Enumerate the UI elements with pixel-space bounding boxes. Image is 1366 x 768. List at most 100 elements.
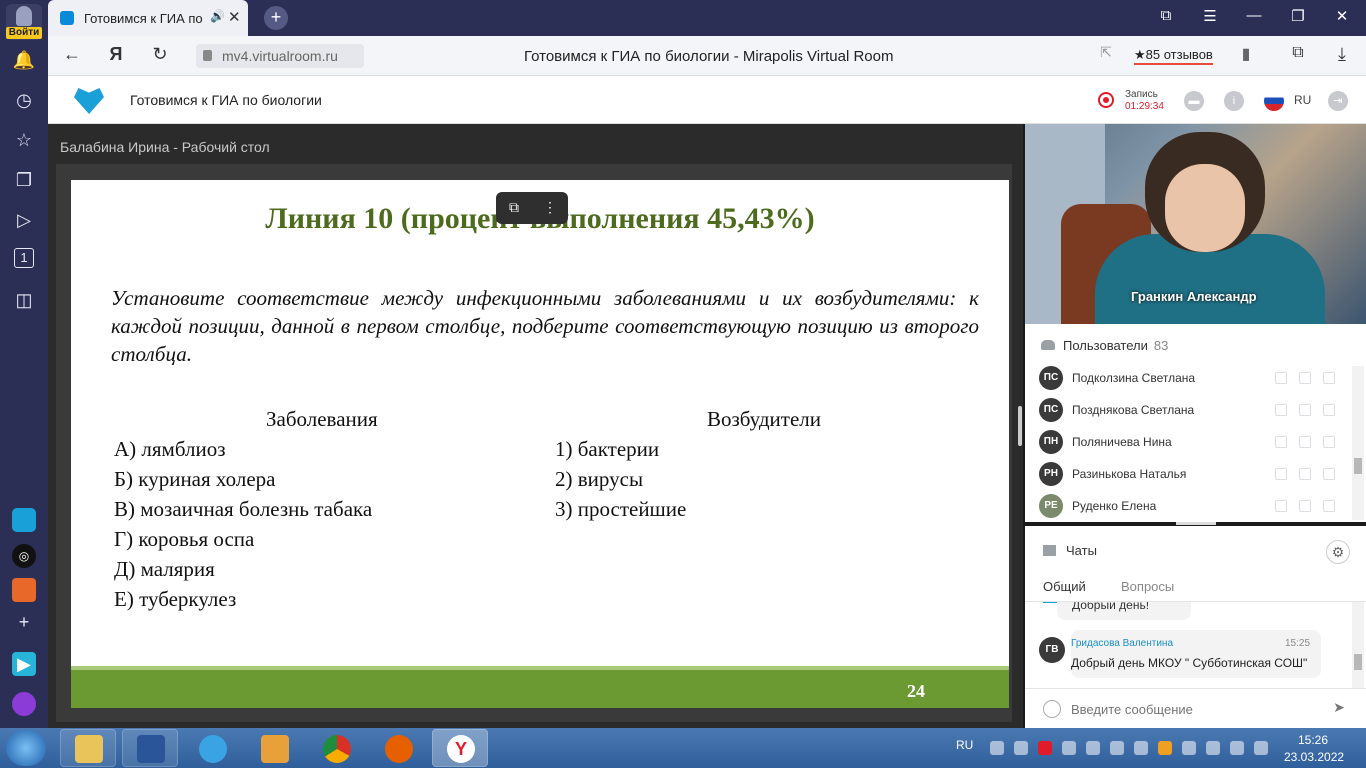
star-icon[interactable]: ☆ [12,128,36,152]
taskbar-yandex[interactable]: Y [432,729,488,767]
video-app-icon[interactable]: ▶ [12,652,36,676]
assistant-icon[interactable] [12,692,36,716]
back-icon[interactable]: ← [60,44,84,65]
tab-general[interactable]: Общий [1043,579,1086,603]
tab-active[interactable]: Готовимся к ГИА по 🔊 ✕ [48,0,248,36]
network-icon[interactable] [1254,741,1268,755]
alice-icon[interactable] [12,508,36,532]
gear-icon[interactable]: ⚙ [1326,540,1350,564]
bookmarks-window-icon[interactable]: ⧉ [1154,7,1178,24]
user-row[interactable]: ПС Подколзина Светлана [1039,364,1349,392]
camera-icon[interactable]: ◫ [12,288,36,312]
camera-off-icon[interactable] [1299,404,1311,416]
bell-icon[interactable]: 🔔 [12,48,36,72]
user-row[interactable]: ПН Поляничева Нина [1039,428,1349,456]
tray-icon[interactable] [990,741,1004,755]
reviews-link[interactable]: ★85 отзывов [1134,47,1213,65]
taskbar-explorer[interactable] [60,729,116,767]
folder-icon[interactable]: ▬ [1184,91,1204,111]
mic-off-icon[interactable] [1275,436,1287,448]
close-tab-icon[interactable]: ✕ [228,8,241,26]
taskbar-ie[interactable] [184,729,240,767]
screen-icon[interactable] [1323,404,1335,416]
taskbar: Y RU 15:26 23.03.2022 [0,728,1366,768]
tray-icon[interactable] [1182,741,1196,755]
info-icon[interactable]: i [1224,91,1244,111]
screen-icon[interactable] [1323,468,1335,480]
flag-icon[interactable] [1230,741,1244,755]
tray-icon[interactable] [1134,741,1148,755]
chat-scrollbar[interactable] [1352,602,1364,688]
speaker-icon[interactable]: 🔊 [210,9,225,23]
emoji-icon[interactable] [1043,700,1061,718]
record-icon[interactable] [1098,92,1114,108]
restore-icon[interactable]: ❐ [1286,7,1310,25]
divider-handle[interactable] [1176,522,1216,525]
play-icon[interactable]: ▷ [12,208,36,232]
users-scrollbar[interactable] [1352,366,1364,520]
camera-off-icon[interactable] [1299,468,1311,480]
mail-icon[interactable] [12,578,36,602]
user-row[interactable]: ПС Позднякова Светлана [1039,396,1349,424]
minimize-icon[interactable]: — [1242,7,1266,24]
open-external-icon[interactable]: ⧉ [504,199,524,217]
camera-off-icon[interactable] [1299,372,1311,384]
tray-icon[interactable] [1014,741,1028,755]
close-window-icon[interactable]: ✕ [1330,7,1354,25]
screen-icon[interactable] [1323,436,1335,448]
reload-icon[interactable]: ↻ [148,44,172,65]
users-icon [1041,340,1055,350]
collections-icon[interactable]: ❐ [12,168,36,192]
clock-icon[interactable]: ◷ [12,88,36,112]
taskbar-media[interactable] [246,729,302,767]
taskbar-chrome[interactable] [308,729,364,767]
user-row[interactable]: РЕ Руденко Елена [1039,492,1349,520]
presenter-video: Гранкин Александр [1025,124,1366,324]
clock-time[interactable]: 15:26 [1298,733,1328,747]
lock-icon [203,50,212,61]
language-label[interactable]: RU [1294,93,1311,107]
send-icon[interactable]: ➤ [1329,699,1349,719]
taskbar-firefox[interactable] [370,729,426,767]
volume-icon[interactable] [1206,741,1220,755]
mic-off-icon[interactable] [1275,468,1287,480]
tray-yandex-icon[interactable] [1038,741,1052,755]
more-icon[interactable]: ⋮ [540,199,560,217]
mic-off-icon[interactable] [1275,372,1287,384]
login-button[interactable]: Войти [6,4,42,40]
exit-icon[interactable]: ⇥ [1328,91,1348,111]
download-icon[interactable]: ⤓ [1330,44,1354,65]
bookmark-icon[interactable]: ▮ [1234,44,1258,64]
chats-panel: Чаты ⚙ Общий Вопросы Добрый день! ГВ Гри… [1025,526,1366,728]
user-row[interactable]: РН Разинькова Наталья [1039,460,1349,488]
tray-icon[interactable] [1158,741,1172,755]
input-language[interactable]: RU [956,738,973,752]
dots-app-icon[interactable]: ◎ [12,544,36,568]
divider-handle[interactable] [1018,406,1022,446]
start-button[interactable] [6,730,46,766]
chat-input[interactable] [1071,699,1321,719]
collections-add-icon[interactable]: ⧉ [1286,44,1310,62]
camera-off-icon[interactable] [1299,436,1311,448]
tab-questions[interactable]: Вопросы [1121,579,1174,594]
one-icon[interactable]: 1 [14,248,34,268]
tray-icon[interactable] [1110,741,1124,755]
clock-date[interactable]: 23.03.2022 [1284,750,1344,764]
screen-icon[interactable] [1323,372,1335,384]
yandex-icon[interactable]: Я [104,44,128,65]
tray-icon[interactable] [1086,741,1100,755]
new-tab-button[interactable]: + [264,6,288,30]
menu-icon[interactable]: ☰ [1198,7,1222,25]
url-field[interactable]: mv4.virtualroom.ru [196,44,364,68]
tray-icon[interactable] [1062,741,1076,755]
mic-off-icon[interactable] [1275,500,1287,512]
message-text: Добрый день! [1072,602,1150,612]
camera-off-icon[interactable] [1299,500,1311,512]
users-header[interactable]: Пользователи 83 [1041,338,1168,353]
mic-off-icon[interactable] [1275,404,1287,416]
plus-icon[interactable]: + [12,610,36,634]
screen-icon[interactable] [1323,500,1335,512]
russian-flag-icon[interactable] [1264,91,1284,111]
share-link-icon[interactable]: ⇱ [1094,44,1118,61]
taskbar-word[interactable] [122,729,178,767]
